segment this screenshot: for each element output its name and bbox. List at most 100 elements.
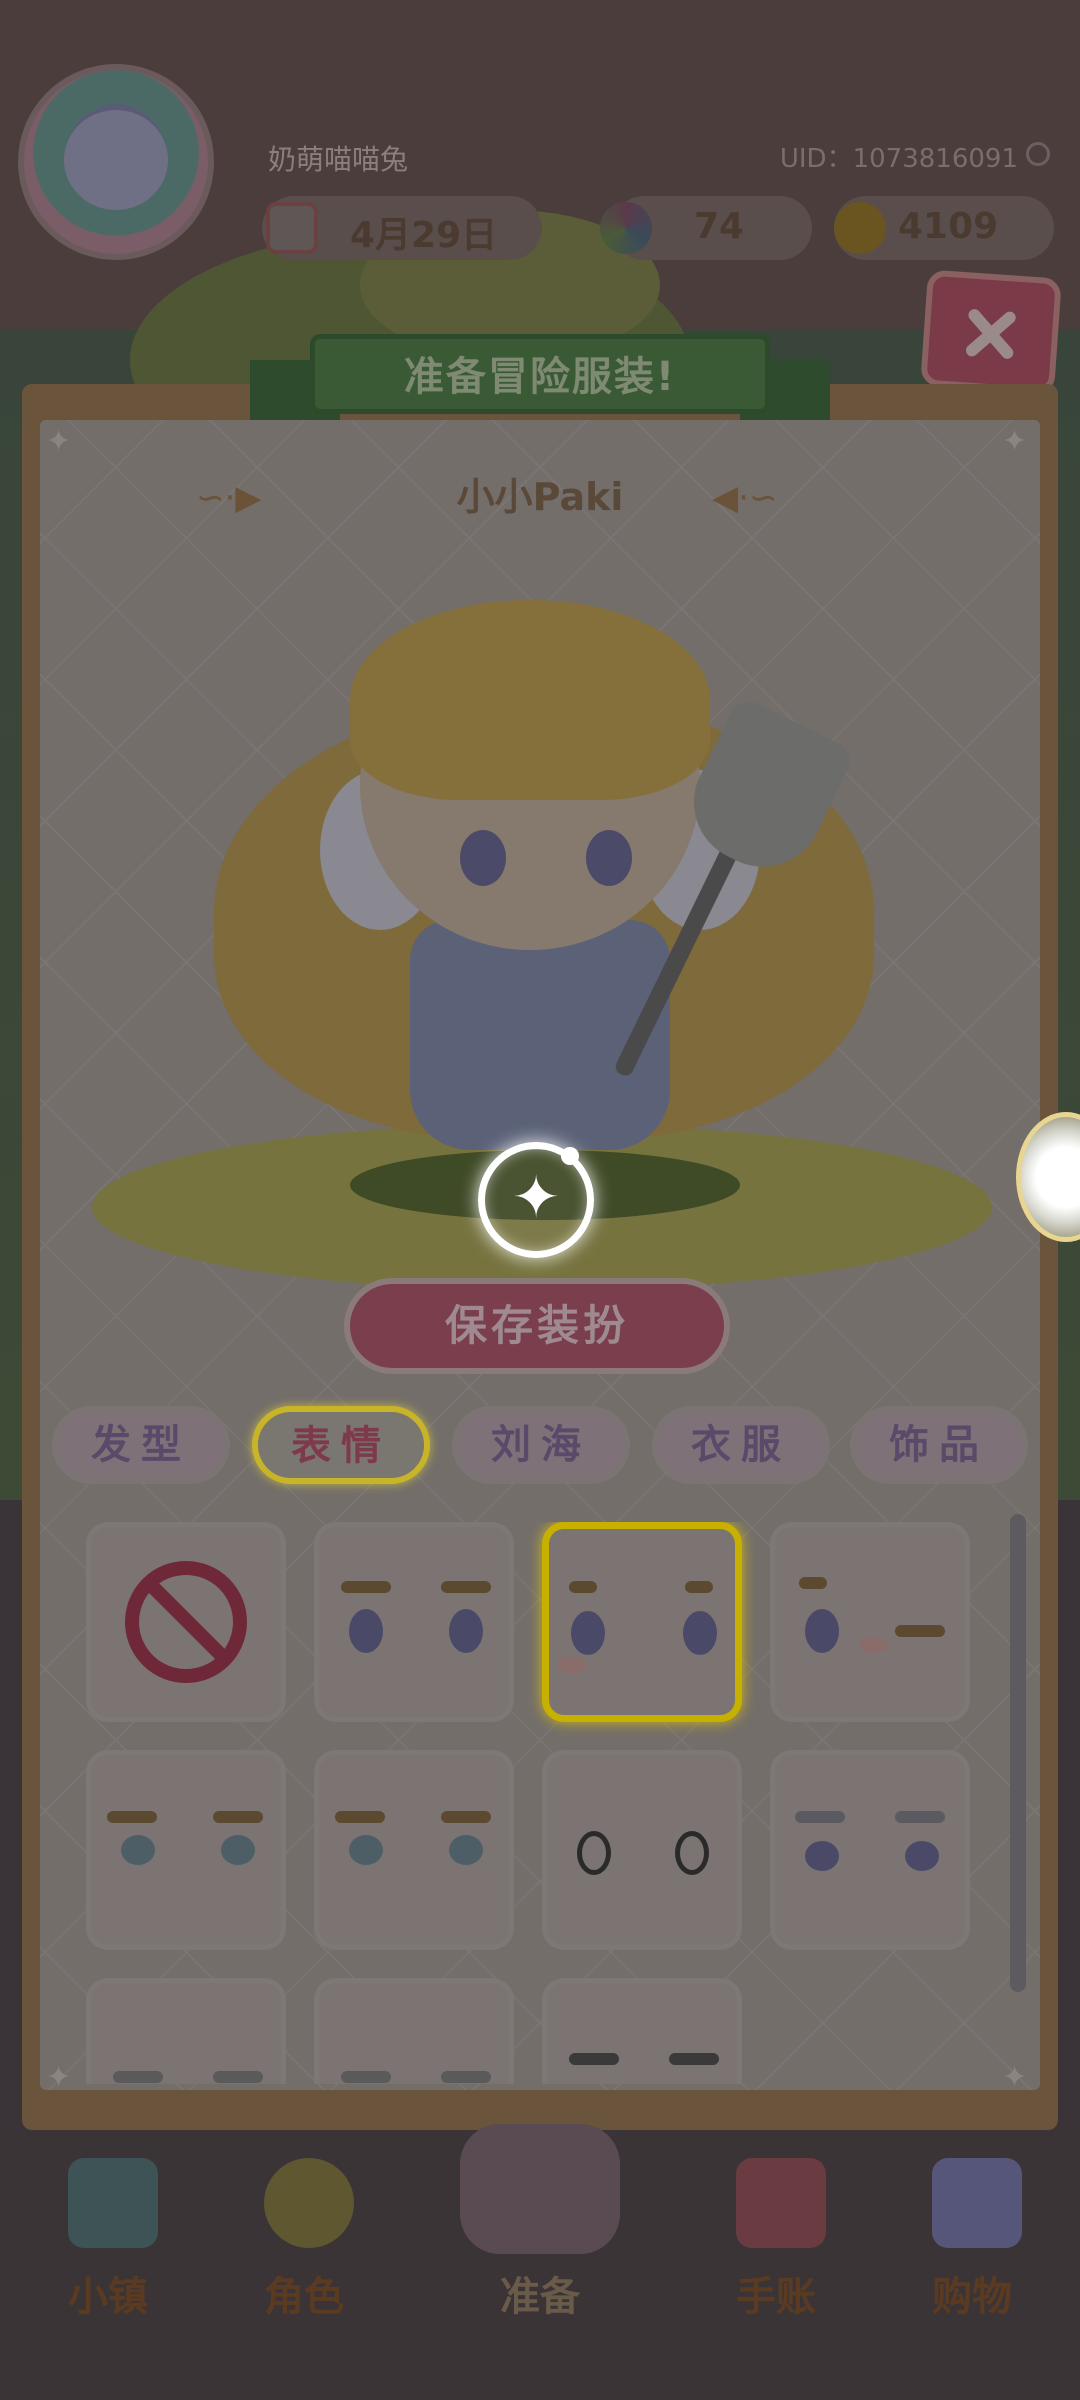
top-status-bar: 奶萌喵喵兔 UID：1073816091 4月29日 74 4109: [0, 0, 1080, 330]
eye: [905, 1841, 939, 1871]
expression-item[interactable]: [542, 1750, 742, 1950]
eyebrow: [569, 2053, 619, 2065]
title-ribbon: 准备冒险服装!: [240, 320, 840, 432]
eye: [221, 1835, 255, 1865]
eye: [449, 1609, 483, 1653]
expression-item[interactable]: [770, 1522, 970, 1722]
sparkle-ring-icon[interactable]: ✦: [478, 1142, 594, 1258]
star-icon: ✦: [1002, 424, 1028, 459]
eyebrow: [107, 1811, 157, 1823]
expression-item[interactable]: [86, 1978, 286, 2084]
ornament-right: ◀·∽: [712, 478, 778, 518]
coin-value: 4109: [898, 206, 999, 247]
eyebrow: [895, 1811, 945, 1823]
eye: [121, 1835, 155, 1865]
character-eye-left: [460, 830, 506, 886]
expression-item[interactable]: [542, 1978, 742, 2084]
eyebrow: [213, 2071, 263, 2083]
gem-value: 74: [694, 206, 745, 247]
bottom-navigation: 小镇 角色 准备 手账 购物: [0, 2124, 1080, 2400]
nav-shopping[interactable]: 购物: [892, 2144, 1052, 2364]
close-button[interactable]: [920, 269, 1062, 395]
nav-prepare[interactable]: 准备: [440, 2124, 640, 2364]
expression-none[interactable]: [86, 1522, 286, 1722]
eyebrow: [569, 1581, 597, 1593]
tongue: [859, 1637, 889, 1653]
tab-accessories[interactable]: 饰品: [850, 1406, 1028, 1484]
sparkle-icon: ✦: [511, 1163, 561, 1231]
journal-icon: [736, 2158, 826, 2248]
eyebrow: [441, 1581, 491, 1593]
avatar-face: [64, 110, 168, 210]
eye: [675, 1831, 709, 1875]
eye: [577, 1831, 611, 1875]
nav-town[interactable]: 小镇: [28, 2144, 188, 2364]
character-bangs: [350, 600, 710, 800]
nav-prepare-label: 准备: [500, 2274, 580, 2320]
eye: [683, 1611, 717, 1655]
eyebrow: [669, 2053, 719, 2065]
star-icon: ✦: [46, 424, 72, 459]
eyebrow: [341, 1581, 391, 1593]
nav-shopping-label: 购物: [932, 2274, 1012, 2320]
eyebrow: [685, 1581, 713, 1593]
eye: [571, 1611, 605, 1655]
coin-icon: [834, 202, 886, 254]
expression-item[interactable]: [314, 1750, 514, 1950]
eyebrow: [441, 1811, 491, 1823]
expression-item-selected[interactable]: [542, 1522, 742, 1722]
nav-journal[interactable]: 手账: [696, 2144, 856, 2364]
eyebrow: [113, 2071, 163, 2083]
eyebrow: [441, 2071, 491, 2083]
grid-scrollbar[interactable]: [1010, 1514, 1026, 1992]
ring-dot: [561, 1147, 579, 1165]
ornament-left: ∽·▶: [196, 478, 262, 518]
nav-journal-label: 手账: [736, 2274, 816, 2320]
expression-grid: [86, 1522, 986, 2084]
eyebrow: [213, 1811, 263, 1823]
prepare-icon: [460, 2124, 620, 2254]
date-display: 4月29日: [262, 196, 542, 260]
tab-clothes[interactable]: 衣服: [652, 1406, 830, 1484]
no-entry-icon: [125, 1561, 247, 1683]
tab-hairstyle[interactable]: 发型: [52, 1406, 230, 1484]
character-name: 小小Paki: [456, 475, 624, 519]
dialog-title: 准备冒险服装!: [403, 354, 677, 400]
blush: [557, 1657, 587, 1673]
player-uid: UID：1073816091: [779, 144, 1018, 174]
expression-item[interactable]: [86, 1750, 286, 1950]
gem-counter: 74: [600, 196, 812, 260]
calendar-icon: [266, 202, 318, 254]
nav-character-label: 角色: [264, 2274, 344, 2320]
nav-character[interactable]: 角色: [224, 2144, 384, 2364]
save-outfit-button[interactable]: 保存装扮: [344, 1278, 730, 1374]
expression-item[interactable]: [314, 1978, 514, 2084]
star-icon: ✦: [1002, 2060, 1028, 2095]
eyebrow: [795, 1811, 845, 1823]
character-icon: [264, 2158, 354, 2248]
player-name: 奶萌喵喵兔: [268, 143, 409, 176]
date-value: 4月29日: [350, 215, 498, 256]
shopping-bag-icon: [932, 2158, 1022, 2248]
expression-item[interactable]: [314, 1522, 514, 1722]
tab-expression[interactable]: 表情: [252, 1406, 430, 1484]
eye: [449, 1835, 483, 1865]
copy-icon[interactable]: [1026, 142, 1050, 166]
coin-counter: 4109: [834, 196, 1054, 260]
gem-icon: [600, 202, 652, 254]
eyebrow: [341, 2071, 391, 2083]
nav-town-label: 小镇: [68, 2274, 148, 2320]
eye: [805, 1841, 839, 1871]
closed-eye: [895, 1625, 945, 1637]
map-icon: [68, 2158, 158, 2248]
eyebrow: [799, 1577, 827, 1589]
expression-item[interactable]: [770, 1750, 970, 1950]
star-icon: ✦: [46, 2060, 72, 2095]
eye: [349, 1835, 383, 1865]
tab-bangs[interactable]: 刘海: [452, 1406, 630, 1484]
eye: [805, 1609, 839, 1653]
eyebrow: [335, 1811, 385, 1823]
player-avatar[interactable]: [18, 64, 214, 260]
eye: [349, 1609, 383, 1653]
character-eye-right: [586, 830, 632, 886]
